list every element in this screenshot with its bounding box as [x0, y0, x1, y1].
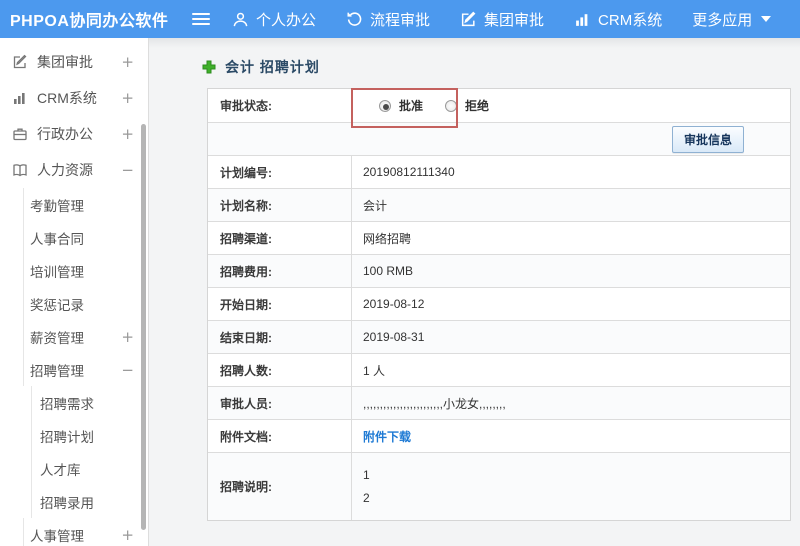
sidebar-item-group-approval[interactable]: 集团审批 +: [0, 44, 148, 80]
sidebar-item-recruit-hire[interactable]: 招聘录用: [31, 485, 148, 518]
sidebar-item-attendance[interactable]: 考勤管理: [23, 188, 148, 221]
main-content: 会计 招聘计划 审批状态: 批准 拒绝 审批信息 计划编号: 201908121…: [149, 38, 800, 546]
table-row-recruit-cost: 招聘费用: 100 RMB: [208, 255, 790, 288]
field-value: 2019-08-12: [363, 297, 425, 311]
caret-down-icon: [761, 16, 772, 22]
field-label: 招聘人数:: [208, 354, 352, 386]
top-navbar: PHPOA协同办公软件 个人办公 流程审批 集团审批 CRM系统 更多应用: [0, 0, 800, 38]
menu-item-label: 更多应用: [692, 11, 753, 29]
table-row-approvers: 审批人员: ,,,,,,,,,,,,,,,,,,,,,,,,小龙女,,,,,,,…: [208, 387, 790, 420]
sidebar-item-crm-system[interactable]: CRM系统 +: [0, 80, 148, 116]
process-arrow-icon: [346, 11, 363, 28]
menu-item-label: CRM系统: [598, 11, 663, 29]
approval-radio-group: 批准 拒绝: [363, 97, 503, 114]
top-menu: 个人办公 流程审批 集团审批 CRM系统 更多应用: [232, 9, 772, 30]
sidebar-item-talent-pool[interactable]: 人才库: [31, 452, 148, 485]
field-label: 附件文档:: [208, 420, 352, 452]
page-title-text: 会计 招聘计划: [225, 59, 320, 75]
menu-item-more-apps[interactable]: 更多应用: [692, 9, 772, 30]
radio-reject-label[interactable]: 拒绝: [465, 97, 489, 114]
page-title: 会计 招聘计划: [202, 57, 320, 77]
field-label: 计划编号:: [208, 156, 352, 188]
menu-item-label: 个人办公: [256, 11, 317, 29]
bar-chart-icon: [12, 90, 28, 106]
app-logo: PHPOA协同办公软件: [10, 13, 169, 30]
description-line: 1: [363, 468, 370, 482]
expand-plus-icon[interactable]: +: [121, 89, 148, 107]
sidebar-item-hr-contract[interactable]: 人事合同: [23, 221, 148, 254]
field-value: 2019-08-31: [363, 330, 425, 344]
field-label: 招聘渠道:: [208, 222, 352, 254]
menu-item-crm-system[interactable]: CRM系统: [574, 9, 662, 30]
table-row-approval-status: 审批状态: 批准 拒绝: [208, 88, 790, 128]
plus-green-icon: [202, 60, 216, 74]
field-value: 1 人: [363, 363, 386, 378]
table-row-plan-name: 计划名称: 会计: [208, 189, 790, 222]
field-label: 审批人员:: [208, 387, 352, 419]
recruit-plan-detail-table: 审批状态: 批准 拒绝 审批信息 计划编号: 20190812111340 计划…: [207, 88, 791, 521]
table-row-headcount: 招聘人数: 1 人: [208, 354, 790, 387]
user-icon: [232, 11, 249, 28]
field-label: 开始日期:: [208, 288, 352, 320]
sidebar-item-personnel[interactable]: 人事管理 +: [23, 518, 148, 546]
menu-item-group-approval[interactable]: 集团审批: [460, 9, 544, 30]
approval-status-cell: 批准 拒绝: [351, 88, 790, 128]
field-label: 审批状态:: [208, 89, 352, 122]
field-value-multiline: 1 2: [352, 453, 790, 520]
sidebar-item-training[interactable]: 培训管理: [23, 254, 148, 287]
sidebar-item-recruit-plan[interactable]: 招聘计划: [31, 419, 148, 452]
table-row-attachment: 附件文档: 附件下载: [208, 420, 790, 453]
table-row-start-date: 开始日期: 2019-08-12: [208, 288, 790, 321]
radio-approve[interactable]: [379, 99, 391, 112]
field-value: ,,,,,,,,,,,,,,,,,,,,,,,,小龙女,,,,,,,,: [363, 396, 506, 411]
sidebar-item-reward-punishment[interactable]: 奖惩记录: [23, 287, 148, 320]
menu-item-process-approval[interactable]: 流程审批: [346, 9, 430, 30]
edit-square-icon: [12, 54, 28, 70]
sidebar-item-admin-office[interactable]: 行政办公 +: [0, 116, 148, 152]
menu-item-label: 集团审批: [484, 11, 545, 29]
menu-item-personal-office[interactable]: 个人办公: [232, 9, 316, 30]
field-value: 网络招聘: [363, 231, 412, 246]
sidebar-scrollbar-thumb[interactable]: [141, 124, 146, 530]
field-value: 20190812111340: [363, 165, 455, 179]
sidebar-item-human-resources[interactable]: 人力资源 −: [0, 152, 148, 188]
field-label: 招聘费用:: [208, 255, 352, 287]
field-value: 附件下载: [352, 420, 790, 452]
sidebar: 集团审批 + CRM系统 + 行政办公 + 人力资源 − 考勤管理 人事合同 培…: [0, 38, 149, 546]
field-label: 计划名称:: [208, 189, 352, 221]
table-row-approve-button: 审批信息: [208, 123, 790, 156]
attachment-download-link[interactable]: 附件下载: [363, 428, 411, 445]
field-label: 结束日期:: [208, 321, 352, 353]
table-row-end-date: 结束日期: 2019-08-31: [208, 321, 790, 354]
sidebar-item-recruitment[interactable]: 招聘管理 −: [23, 353, 148, 386]
radio-reject[interactable]: [445, 99, 458, 112]
approve-info-button[interactable]: 审批信息: [671, 125, 744, 153]
hamburger-menu-icon[interactable]: [192, 13, 210, 25]
field-value: 会计: [363, 198, 388, 213]
table-row-recruit-channel: 招聘渠道: 网络招聘: [208, 222, 790, 255]
edit-square-icon: [460, 11, 477, 28]
sidebar-item-salary[interactable]: 薪资管理 +: [23, 320, 148, 353]
briefcase-icon: [12, 126, 28, 142]
table-row-recruit-description: 招聘说明: 1 2: [208, 453, 790, 520]
field-value: 100 RMB: [363, 264, 414, 278]
bar-chart-icon: [574, 11, 591, 28]
app-window: PHPOA协同办公软件 个人办公 流程审批 集团审批 CRM系统 更多应用 集团…: [0, 0, 800, 546]
menu-item-label: 流程审批: [370, 11, 431, 29]
field-label: 招聘说明:: [208, 453, 352, 520]
radio-approve-label[interactable]: 批准: [399, 97, 423, 114]
description-line: 2: [363, 491, 370, 505]
sidebar-item-recruit-demand[interactable]: 招聘需求: [31, 386, 148, 419]
table-row-plan-number: 计划编号: 20190812111340: [208, 156, 790, 189]
book-icon: [12, 162, 28, 178]
expand-plus-icon[interactable]: +: [121, 53, 148, 71]
